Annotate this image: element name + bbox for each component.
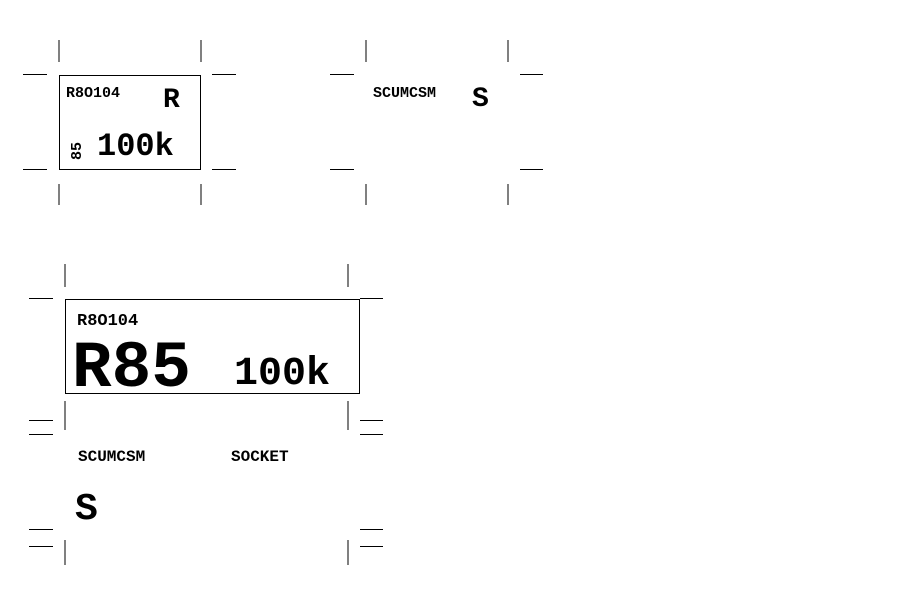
part-number: SCUMCSM bbox=[373, 85, 436, 102]
designator-number: 85 bbox=[69, 142, 86, 160]
resistor-value: 100k bbox=[97, 128, 174, 165]
part-number: SCUMCSM bbox=[78, 448, 145, 466]
designator: R85 bbox=[72, 331, 191, 406]
label-sheet: R8O104 R 85 100k SCUMCSM S R8O104 R85 10… bbox=[23, 40, 543, 565]
part-number: R8O104 bbox=[66, 85, 120, 102]
socket-type: SOCKET bbox=[231, 448, 289, 466]
resistor-value: 100k bbox=[234, 352, 330, 397]
small-resistor-label: R8O104 R 85 100k bbox=[23, 40, 236, 205]
large-resistor-label: R8O104 R85 100k bbox=[29, 264, 383, 430]
crop-marks bbox=[330, 40, 543, 205]
designator-letter: S bbox=[75, 488, 98, 531]
designator-letter: S bbox=[472, 84, 489, 115]
crop-marks bbox=[23, 40, 236, 205]
designator-letter: R bbox=[163, 85, 180, 116]
part-number: R8O104 bbox=[77, 312, 138, 331]
large-socket-label: SCUMCSM SOCKET S bbox=[29, 434, 383, 565]
small-socket-label: SCUMCSM S bbox=[330, 40, 543, 205]
